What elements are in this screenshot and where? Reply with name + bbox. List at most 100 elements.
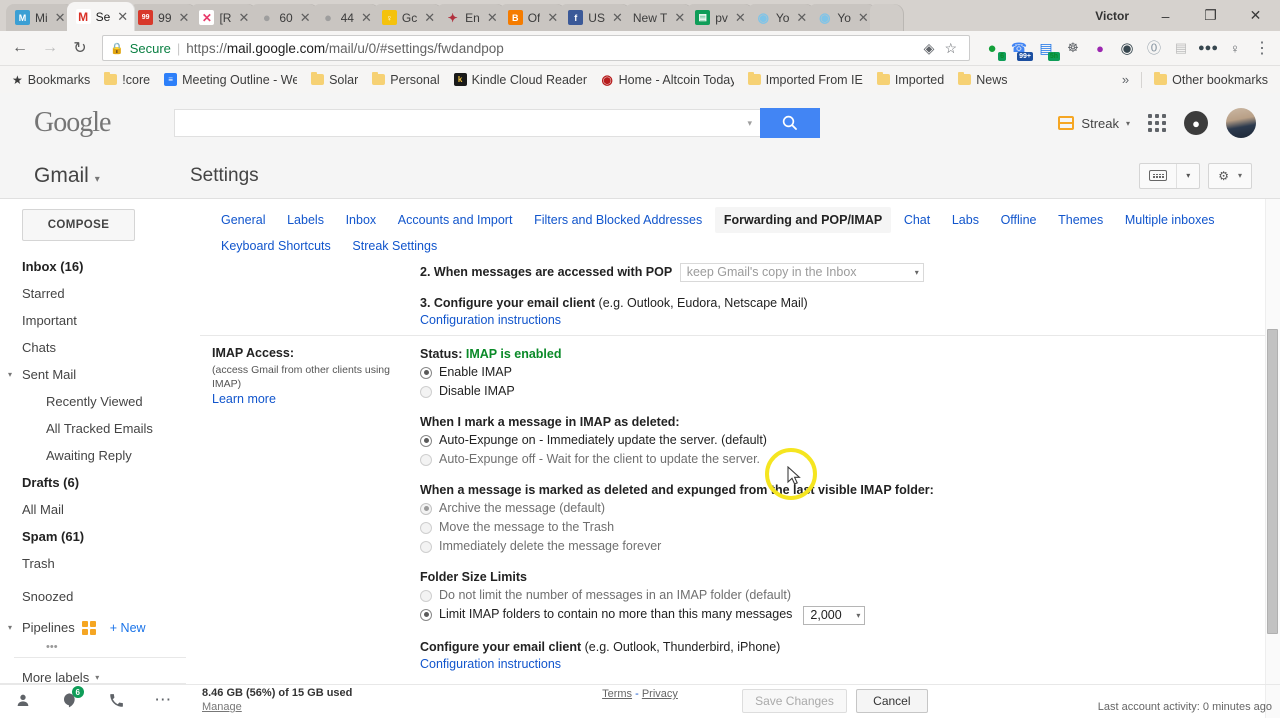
browser-tab-active[interactable]: M Se ✕ xyxy=(66,2,136,31)
avatar[interactable] xyxy=(1226,108,1256,138)
sidebar-item-pipelines[interactable]: ▾ Pipelines + New xyxy=(0,614,200,641)
imap-archive-option[interactable]: Archive the message (default) xyxy=(420,499,1250,518)
new-tab-button[interactable] xyxy=(869,4,904,31)
tab-close-icon[interactable]: ✕ xyxy=(547,11,558,24)
cast-icon[interactable]: ◈ xyxy=(919,40,940,57)
bookmark-item[interactable]: Imported From IE xyxy=(742,70,869,90)
search-options-icon[interactable]: ▾ xyxy=(747,118,752,129)
manage-storage-link[interactable]: Manage xyxy=(202,701,242,713)
browser-tab[interactable]: ▤ pv ✕ xyxy=(686,4,753,31)
radio-autoexpunge-on[interactable] xyxy=(420,434,432,447)
skype-extension-icon[interactable]: ⓪ xyxy=(1142,36,1166,60)
terms-link[interactable]: Terms xyxy=(602,688,632,700)
tab-close-icon[interactable]: ✕ xyxy=(674,11,685,24)
address-bar[interactable]: 🔒 Secure | https://mail.google.com/mail/… xyxy=(102,35,970,61)
tab-close-icon[interactable]: ✕ xyxy=(796,11,807,24)
bookmark-item[interactable]: Personal xyxy=(366,70,445,90)
bookmark-item[interactable]: Solar xyxy=(305,70,364,90)
keyboard-button[interactable] xyxy=(1140,164,1176,188)
imap-enable-option[interactable]: Enable IMAP xyxy=(420,363,1250,382)
sidebar-item-trash[interactable]: Trash xyxy=(0,550,200,577)
tab-general[interactable]: General xyxy=(212,207,274,233)
scrollbar-thumb[interactable] xyxy=(1267,329,1278,634)
bookmark-item[interactable]: k Kindle Cloud Reader xyxy=(448,70,593,90)
close-window-icon[interactable]: ✕ xyxy=(1233,0,1278,31)
apps-grid-icon[interactable] xyxy=(1148,114,1166,132)
new-pipeline-button[interactable]: + New xyxy=(110,621,146,635)
sidebar-item-important[interactable]: Important xyxy=(0,307,200,334)
bookmark-item[interactable]: Imported xyxy=(871,70,950,90)
bookmarks-overflow-icon[interactable]: » xyxy=(1116,72,1135,87)
browser-tab[interactable]: 99 99 ✕ xyxy=(129,4,197,31)
bulb-extension-icon[interactable]: ♀ xyxy=(1223,36,1247,60)
sidebar-item-inbox[interactable]: Inbox (16) xyxy=(0,253,200,280)
scrollbar-track[interactable] xyxy=(1265,199,1280,718)
pop-action-select[interactable]: keep Gmail's copy in the Inbox ▾ xyxy=(679,263,924,282)
phone-extension-icon[interactable]: ☎ 99+ xyxy=(1007,36,1033,61)
tab-streak-settings[interactable]: Streak Settings xyxy=(343,233,446,259)
browser-tab[interactable]: ● 44 ✕ xyxy=(311,4,379,31)
folder-limit-option[interactable]: Limit IMAP folders to contain no more th… xyxy=(420,605,1250,626)
imap-config-instructions-link[interactable]: Configuration instructions xyxy=(420,657,561,671)
browser-tab[interactable]: ✕ [R ✕ xyxy=(190,4,257,31)
bookmark-item[interactable]: ≡ Meeting Outline - We xyxy=(158,70,303,90)
maximize-icon[interactable]: ❐ xyxy=(1188,0,1233,31)
radio-no-limit[interactable] xyxy=(420,589,432,602)
chevron-down-icon[interactable]: ▾ xyxy=(1177,164,1199,188)
tab-close-icon[interactable]: ✕ xyxy=(55,11,66,24)
blue-note-extension-icon[interactable]: ▤ 5h xyxy=(1034,36,1060,61)
folder-nolimit-option[interactable]: Do not limit the number of messages in a… xyxy=(420,586,1250,605)
folder-limit-select[interactable]: 2,000 ▾ xyxy=(803,606,866,625)
sidebar-item-all-mail[interactable]: All Mail xyxy=(0,496,200,523)
chrome-menu-icon[interactable]: ⋮ xyxy=(1250,36,1274,60)
imap-autoexpunge-on-option[interactable]: Auto-Expunge on - Immediately update the… xyxy=(420,431,1250,450)
sidebar-item-snoozed[interactable]: Snoozed xyxy=(0,583,200,610)
browser-tab[interactable]: ◉ Yo ✕ xyxy=(746,4,815,31)
tab-accounts-and-import[interactable]: Accounts and Import xyxy=(389,207,522,233)
browser-tab[interactable]: ✦ En ✕ xyxy=(436,4,505,31)
radio-autoexpunge-off[interactable] xyxy=(420,453,432,466)
search-input[interactable]: ▾ xyxy=(174,109,760,137)
dots-extension-icon[interactable]: ●●● xyxy=(1196,36,1220,60)
tab-labels[interactable]: Labels xyxy=(278,207,333,233)
radio-disable-imap[interactable] xyxy=(420,385,432,398)
browser-tab[interactable]: B Of ✕ xyxy=(498,4,566,31)
bookmark-bar-root[interactable]: ★ Bookmarks xyxy=(6,70,96,90)
imap-autoexpunge-off-option[interactable]: Auto-Expunge off - Wait for the client t… xyxy=(420,450,1250,469)
bookmark-item[interactable]: ◉ Home - Altcoin Today xyxy=(595,70,740,90)
radio-move-to-trash[interactable] xyxy=(420,521,432,534)
imap-learn-more-link[interactable]: Learn more xyxy=(212,392,276,406)
sidebar-item-recently-viewed[interactable]: Recently Viewed xyxy=(0,388,200,415)
tab-close-icon[interactable]: ✕ xyxy=(117,10,128,23)
tab-close-icon[interactable]: ✕ xyxy=(300,11,311,24)
reload-icon[interactable]: ↻ xyxy=(66,34,94,62)
sidebar-item-sent-mail[interactable]: ▾ Sent Mail xyxy=(0,361,200,388)
other-bookmarks-item[interactable]: Other bookmarks xyxy=(1148,70,1274,90)
sidebar-item-spam[interactable]: Spam (61) xyxy=(0,523,200,550)
notifications-icon[interactable]: ● xyxy=(1184,111,1208,135)
swirl-extension-icon[interactable]: ☸ xyxy=(1061,36,1085,60)
radio-archive-message[interactable] xyxy=(420,502,432,515)
radio-limit-folders[interactable] xyxy=(420,608,432,621)
back-icon[interactable]: ← xyxy=(6,34,34,62)
tab-multiple-inboxes[interactable]: Multiple inboxes xyxy=(1116,207,1224,233)
eye-extension-icon[interactable]: ◉ xyxy=(1115,36,1139,60)
browser-tab[interactable]: M Mi ✕ xyxy=(6,4,73,31)
tab-close-icon[interactable]: ✕ xyxy=(612,11,623,24)
sidebar-item-awaiting-reply[interactable]: Awaiting Reply xyxy=(0,442,200,469)
tab-filters-and-blocked-addresses[interactable]: Filters and Blocked Addresses xyxy=(525,207,711,233)
sidebar-item-starred[interactable]: Starred xyxy=(0,280,200,307)
keyboard-button-group[interactable]: ▾ xyxy=(1139,162,1201,189)
compose-button[interactable]: COMPOSE xyxy=(22,209,135,241)
browser-tab[interactable]: f US ✕ xyxy=(559,4,630,31)
search-button[interactable] xyxy=(760,108,820,138)
tab-inbox[interactable]: Inbox xyxy=(337,207,386,233)
tab-keyboard-shortcuts[interactable]: Keyboard Shortcuts xyxy=(212,233,340,259)
forward-icon[interactable]: → xyxy=(36,34,64,62)
bookmark-item[interactable]: !core xyxy=(98,70,156,90)
imap-move-trash-option[interactable]: Move the message to the Trash xyxy=(420,518,1250,537)
alert-extension-icon[interactable]: ● xyxy=(1088,36,1112,60)
tab-close-icon[interactable]: ✕ xyxy=(179,11,190,24)
pop-config-instructions-link[interactable]: Configuration instructions xyxy=(420,313,561,327)
tab-close-icon[interactable]: ✕ xyxy=(361,11,372,24)
